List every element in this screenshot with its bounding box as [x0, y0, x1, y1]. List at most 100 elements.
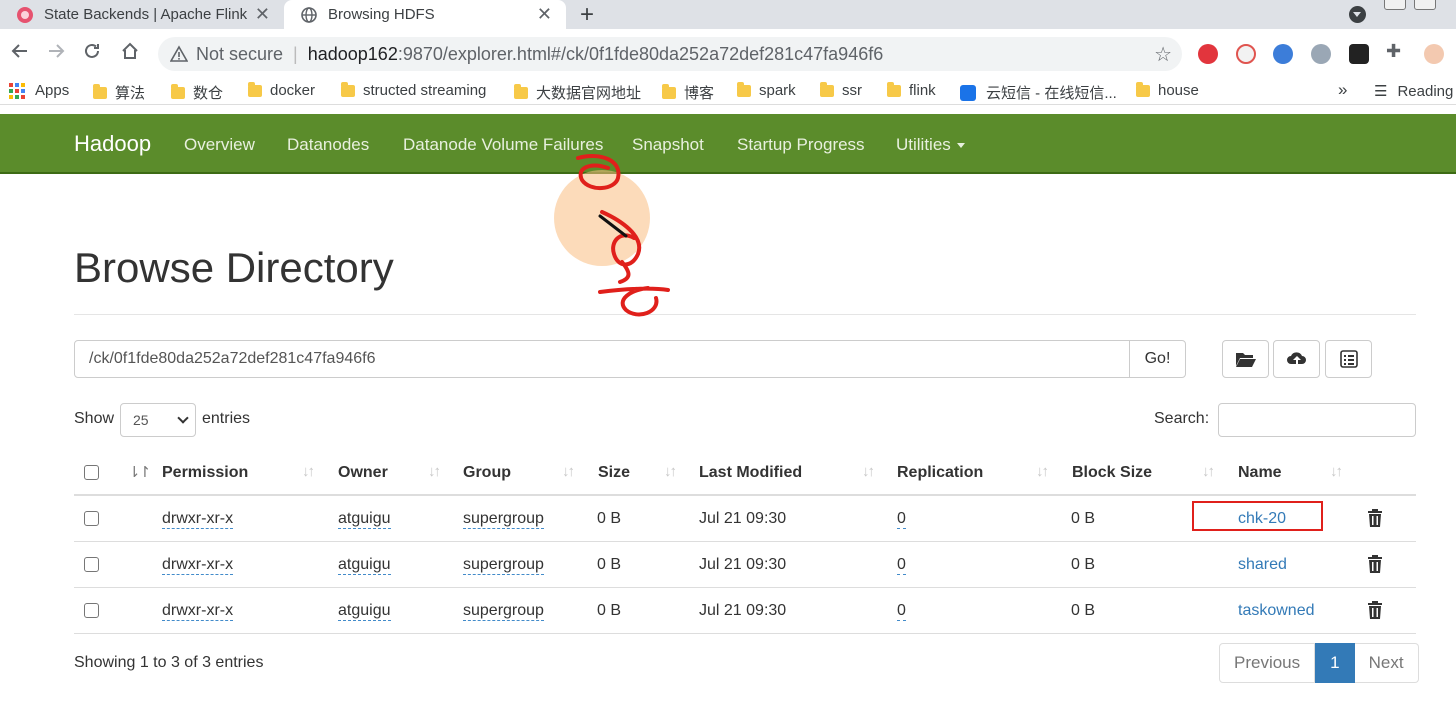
bookmark-label: ssr: [842, 82, 862, 99]
cell-replication[interactable]: 0: [897, 602, 906, 621]
sort-icon[interactable]: ↓↑: [302, 463, 315, 480]
row-checkbox[interactable]: [84, 603, 99, 618]
column-header-size[interactable]: Size: [598, 464, 630, 482]
bookmark-folder[interactable]: docker: [248, 81, 315, 99]
upload-button[interactable]: [1273, 340, 1320, 378]
bookmark-cloud-sms[interactable]: 云短信 - 在线短信...: [960, 82, 1117, 103]
nav-datanodes[interactable]: Datanodes: [287, 135, 369, 155]
bookmark-folder[interactable]: flink: [887, 81, 936, 99]
nav-utilities-dropdown[interactable]: Utilities: [896, 135, 965, 155]
reading-list[interactable]: ☰ Reading: [1374, 82, 1453, 101]
bookmark-folder[interactable]: 数仓: [171, 82, 223, 103]
profile-avatar[interactable]: [1424, 44, 1444, 64]
cell-owner[interactable]: atguigu: [338, 602, 391, 621]
bookmark-label: 博客: [684, 85, 715, 102]
cell-group[interactable]: supergroup: [463, 602, 544, 621]
globe-icon: [300, 6, 318, 24]
previous-page-button[interactable]: Previous: [1219, 643, 1316, 683]
cell-name-link[interactable]: shared: [1238, 556, 1287, 574]
sort-icon[interactable]: ↓↑: [862, 463, 875, 480]
column-header-block-size[interactable]: Block Size: [1072, 464, 1152, 482]
tab-search-icon[interactable]: [1349, 6, 1366, 23]
bookmark-folder[interactable]: house: [1136, 81, 1199, 99]
column-header-replication[interactable]: Replication: [897, 464, 983, 482]
back-arrow-icon[interactable]: [8, 41, 32, 67]
trash-icon[interactable]: [1366, 554, 1384, 574]
cell-permission[interactable]: drwxr-xr-x: [162, 602, 234, 621]
pagination: Previous 1 Next: [1219, 643, 1419, 683]
create-directory-button[interactable]: [1222, 340, 1269, 378]
sort-icon[interactable]: ↓↑: [664, 463, 677, 480]
extension-dark-icon[interactable]: [1349, 44, 1369, 64]
page-1-button[interactable]: 1: [1315, 643, 1355, 683]
extension-grey-circle-icon[interactable]: [1311, 44, 1331, 64]
nav-startup-progress[interactable]: Startup Progress: [737, 135, 865, 155]
navbar-brand[interactable]: Hadoop: [74, 131, 151, 157]
sort-icon[interactable]: ↓↑: [428, 463, 441, 480]
close-tab-icon[interactable]: ✕: [255, 4, 270, 25]
cell-name-link[interactable]: taskowned: [1238, 602, 1315, 620]
sort-icon[interactable]: ↓↑: [1036, 463, 1049, 480]
reload-icon[interactable]: [80, 41, 104, 67]
bookmark-folder[interactable]: ssr: [820, 81, 862, 99]
bookmark-folder[interactable]: spark: [737, 81, 796, 99]
sort-icon[interactable]: ↓↑: [1330, 463, 1343, 480]
cut-paste-button[interactable]: [1325, 340, 1372, 378]
folder-icon: [514, 83, 528, 99]
tab-flink[interactable]: State Backends | Apache Flink ✕: [0, 0, 284, 29]
security-status[interactable]: Not secure: [196, 44, 283, 65]
row-checkbox[interactable]: [84, 557, 99, 572]
nav-overview[interactable]: Overview: [184, 135, 255, 155]
bookmark-folder[interactable]: 博客: [662, 82, 714, 103]
cell-replication[interactable]: 0: [897, 556, 906, 575]
warning-triangle-icon[interactable]: [170, 45, 188, 63]
cell-group[interactable]: supergroup: [463, 556, 544, 575]
bookmark-apps[interactable]: Apps: [9, 82, 69, 99]
adblock-plus-icon[interactable]: [1198, 44, 1218, 64]
extension-network-icon[interactable]: [1236, 44, 1256, 64]
bookmark-star-icon[interactable]: ☆: [1154, 42, 1172, 67]
sort-asc-icon[interactable]: ⇂↾: [128, 463, 151, 481]
bookmark-folder[interactable]: 算法: [93, 82, 145, 103]
bookmark-folder[interactable]: structed streaming: [341, 81, 486, 99]
new-tab-button[interactable]: +: [580, 1, 594, 29]
folder-icon: [341, 81, 355, 97]
folder-icon: [662, 83, 676, 99]
entries-per-page-select[interactable]: 25: [120, 403, 196, 437]
select-all-checkbox[interactable]: [84, 465, 99, 480]
address-separator: |: [293, 43, 298, 64]
search-input[interactable]: [1218, 403, 1416, 437]
cell-replication[interactable]: 0: [897, 510, 906, 529]
home-icon[interactable]: [118, 41, 142, 67]
minimize-window-icon[interactable]: [1384, 0, 1406, 10]
cell-group[interactable]: supergroup: [463, 510, 544, 529]
forward-arrow-icon[interactable]: [44, 41, 68, 67]
cell-permission[interactable]: drwxr-xr-x: [162, 556, 234, 575]
column-header-last-modified[interactable]: Last Modified: [699, 464, 802, 482]
list-alt-icon: [1339, 350, 1358, 368]
column-header-name[interactable]: Name: [1238, 464, 1282, 482]
tab-browsing-hdfs[interactable]: Browsing HDFS ✕: [284, 0, 566, 29]
column-header-permission[interactable]: Permission: [162, 464, 248, 482]
trash-icon[interactable]: [1366, 600, 1384, 620]
restore-window-icon[interactable]: [1414, 0, 1436, 10]
close-tab-icon[interactable]: ✕: [537, 4, 552, 25]
sort-icon[interactable]: ↓↑: [562, 463, 575, 480]
row-checkbox[interactable]: [84, 511, 99, 526]
column-header-owner[interactable]: Owner: [338, 464, 388, 482]
column-header-group[interactable]: Group: [463, 464, 511, 482]
go-button[interactable]: Go!: [1129, 340, 1186, 378]
directory-path-input[interactable]: /ck/0f1fde80da252a72def281c47fa946f6: [74, 340, 1130, 378]
more-bookmarks-chevron-icon[interactable]: »: [1338, 80, 1347, 100]
extension-blue-orb-icon[interactable]: [1273, 44, 1293, 64]
cell-permission[interactable]: drwxr-xr-x: [162, 510, 234, 529]
sort-icon[interactable]: ↓↑: [1202, 463, 1215, 480]
trash-icon[interactable]: [1366, 508, 1384, 528]
cell-owner[interactable]: atguigu: [338, 556, 391, 575]
next-page-button[interactable]: Next: [1354, 643, 1419, 683]
bookmark-folder[interactable]: 大数据官网地址: [514, 82, 641, 103]
address-bar[interactable]: Not secure | hadoop162 :9870/explorer.ht…: [158, 37, 1182, 71]
cell-name-link[interactable]: chk-20: [1238, 510, 1286, 528]
cell-owner[interactable]: atguigu: [338, 510, 391, 529]
extensions-puzzle-icon[interactable]: ✚: [1386, 41, 1406, 61]
